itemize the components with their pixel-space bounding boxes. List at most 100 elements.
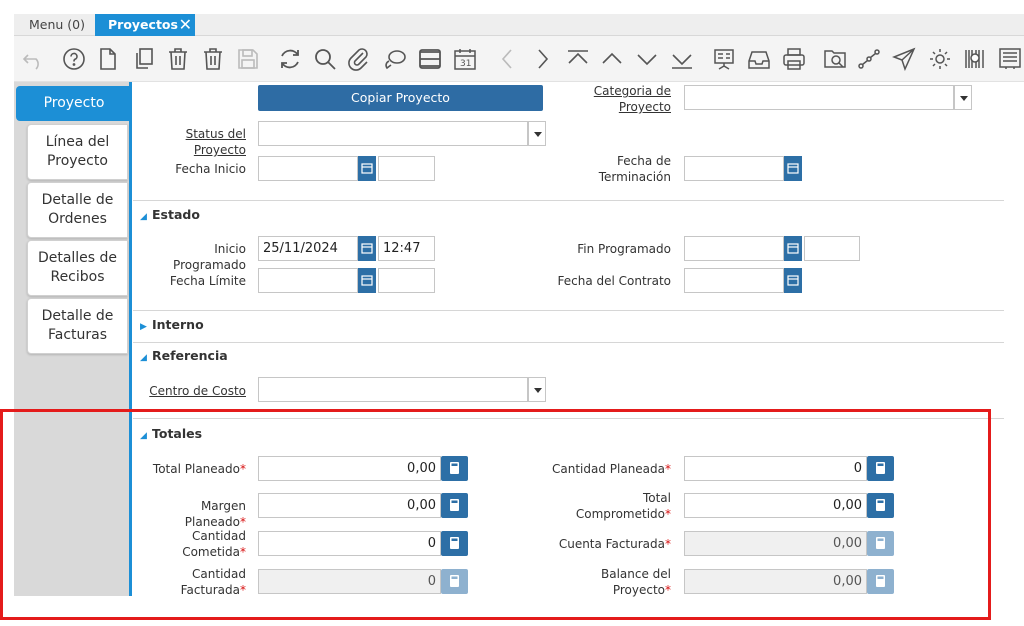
section-interno[interactable]: ▶ Interno: [140, 317, 204, 332]
cantidad-cometida-field[interactable]: 0: [258, 531, 441, 556]
fecha-limite-calendar-icon[interactable]: [358, 268, 376, 293]
side-tab-detalle-facturas[interactable]: Detalle de Facturas: [27, 298, 128, 354]
inicio-programado-date-field[interactable]: 25/11/2024: [258, 236, 358, 261]
categoria-label[interactable]: Categoria de Proyecto: [560, 83, 671, 115]
inicio-programado-calendar-icon[interactable]: [358, 236, 376, 261]
fecha-inicio-label: Fecha Inicio: [175, 162, 246, 176]
help-icon[interactable]: [62, 47, 86, 71]
calculator-icon[interactable]: [867, 493, 894, 518]
fecha-terminacion-calendar-icon[interactable]: [784, 156, 802, 181]
delete-icon[interactable]: [166, 47, 190, 71]
toolbar: 31: [14, 36, 1024, 82]
fecha-inicio-time-field[interactable]: [378, 156, 435, 181]
margen-planeado-label: Margen Planeado*: [184, 499, 246, 529]
margen-planeado-field[interactable]: 0,00: [258, 493, 441, 518]
fin-programado-label: Fin Programado: [577, 242, 671, 256]
detail-record-icon[interactable]: [635, 47, 659, 71]
parent-record-icon[interactable]: [600, 47, 624, 71]
centro-costo-select[interactable]: [258, 377, 528, 402]
calculator-icon[interactable]: [441, 493, 468, 518]
previous-icon[interactable]: [496, 47, 520, 71]
close-tab-icon[interactable]: ✕: [179, 14, 192, 36]
cantidad-facturada-field: 0: [258, 569, 441, 594]
archive-icon[interactable]: [747, 47, 771, 71]
tab-proyectos[interactable]: Proyectos ✕: [95, 14, 195, 36]
cantidad-planeada-label: Cantidad Planeada*: [551, 462, 671, 476]
new-record-icon[interactable]: [96, 47, 120, 71]
first-record-icon[interactable]: [566, 47, 590, 71]
collapse-icon: ◢: [140, 431, 147, 441]
fecha-terminacion-label: Fecha de Terminación: [598, 154, 671, 184]
fecha-inicio-date-field[interactable]: [258, 156, 358, 181]
workflow-icon[interactable]: [857, 47, 881, 71]
window-tab-bar: Menu (0) Proyectos ✕: [14, 14, 1024, 36]
document-icon[interactable]: [998, 47, 1022, 71]
centro-costo-dropdown-button[interactable]: [528, 377, 546, 402]
fecha-limite-time-field[interactable]: [378, 268, 435, 293]
side-tab-label: Facturas: [47, 327, 108, 343]
calendar-icon[interactable]: 31: [453, 47, 477, 71]
grid-toggle-icon[interactable]: [418, 47, 442, 71]
side-tab-detalles-recibos[interactable]: Detalles de Recibos: [27, 240, 128, 296]
report-icon[interactable]: [712, 47, 736, 71]
balance-proyecto-field: 0,00: [684, 569, 867, 594]
fecha-contrato-calendar-icon[interactable]: [784, 268, 802, 293]
status-select[interactable]: [258, 121, 528, 146]
fin-programado-date-field[interactable]: [684, 236, 784, 261]
copy-icon[interactable]: [132, 47, 156, 71]
fin-programado-time-field[interactable]: [804, 236, 860, 261]
side-tab-linea-proyecto[interactable]: Línea del Proyecto: [27, 124, 128, 180]
find-icon[interactable]: [313, 47, 337, 71]
attachment-icon[interactable]: [347, 47, 371, 71]
status-dropdown-button[interactable]: [528, 121, 546, 146]
fecha-inicio-calendar-icon[interactable]: [358, 156, 376, 181]
side-tab-label: Detalle de: [41, 192, 114, 208]
side-tab-label: Detalle de: [41, 308, 114, 324]
centro-costo-label[interactable]: Centro de Costo: [140, 383, 246, 399]
expand-icon: ▶: [140, 322, 147, 332]
total-planeado-label: Total Planeado*: [152, 462, 246, 476]
chat-icon[interactable]: [383, 47, 407, 71]
fecha-contrato-date-field[interactable]: [684, 268, 784, 293]
balance-proyecto-label: Balance del Proyecto*: [600, 567, 671, 597]
section-estado[interactable]: ◢ Estado: [140, 207, 200, 222]
delete-selection-icon[interactable]: [201, 47, 225, 71]
cantidad-planeada-field[interactable]: 0: [684, 456, 867, 481]
product-info-icon[interactable]: [963, 47, 987, 71]
cuenta-facturada-label: Cuenta Facturada*: [558, 537, 671, 551]
tab-proyectos-label: Proyectos: [108, 17, 178, 32]
categoria-select[interactable]: [684, 85, 954, 110]
calculator-icon[interactable]: [867, 456, 894, 481]
section-divider: [133, 200, 1004, 201]
total-planeado-field[interactable]: 0,00: [258, 456, 441, 481]
fin-programado-calendar-icon[interactable]: [784, 236, 802, 261]
side-tab-proyecto[interactable]: Proyecto: [16, 86, 132, 121]
refresh-icon[interactable]: [278, 47, 302, 71]
inicio-programado-time-field[interactable]: 12:47: [378, 236, 435, 261]
tab-menu[interactable]: Menu (0): [14, 14, 94, 36]
side-tab-label: Recibos: [50, 269, 105, 285]
undo-icon[interactable]: [22, 47, 46, 71]
copy-project-button[interactable]: Copiar Proyecto: [258, 85, 543, 111]
collapse-icon: ◢: [140, 212, 147, 222]
fecha-limite-date-field[interactable]: [258, 268, 358, 293]
zoom-across-icon[interactable]: [823, 47, 847, 71]
status-label[interactable]: Status del Proyecto: [138, 126, 246, 158]
section-divider: [133, 310, 1004, 311]
send-icon[interactable]: [892, 47, 916, 71]
side-tab-detalle-ordenes[interactable]: Detalle de Ordenes: [27, 182, 128, 238]
print-icon[interactable]: [782, 47, 806, 71]
section-totales[interactable]: ◢ Totales: [140, 426, 202, 441]
categoria-dropdown-button[interactable]: [954, 85, 972, 110]
process-icon[interactable]: [928, 47, 952, 71]
total-comprometido-field[interactable]: 0,00: [684, 493, 867, 518]
cantidad-cometida-label: Cantidad Cometida*: [182, 529, 246, 559]
collapse-icon: ◢: [140, 353, 147, 363]
last-record-icon[interactable]: [670, 47, 694, 71]
calculator-icon[interactable]: [441, 531, 468, 556]
calculator-icon[interactable]: [441, 456, 468, 481]
section-referencia[interactable]: ◢ Referencia: [140, 348, 228, 363]
fecha-terminacion-date-field[interactable]: [684, 156, 784, 181]
save-icon[interactable]: [236, 47, 260, 71]
next-icon[interactable]: [530, 47, 554, 71]
